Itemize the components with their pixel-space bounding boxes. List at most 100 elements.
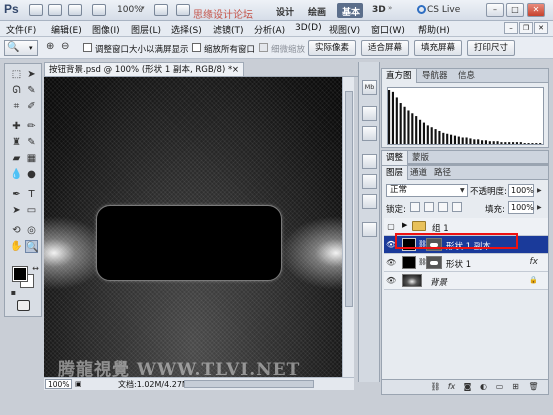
arrange-documents-icon[interactable] xyxy=(154,4,168,16)
doc-minimize-button[interactable]: – xyxy=(504,22,518,34)
layer-row-shape-1[interactable]: 👁 ⛓ 形状 1 fx xyxy=(384,254,548,272)
add-mask-icon[interactable]: ◙ xyxy=(462,382,473,392)
rounded-rectangle-shape[interactable] xyxy=(96,205,282,281)
lock-pixels-icon[interactable] xyxy=(424,202,434,212)
menu-3d[interactable]: 3D(D) xyxy=(295,23,322,33)
menu-file[interactable]: 文件(F) xyxy=(6,23,36,36)
minibridge-icon[interactable] xyxy=(48,4,62,16)
workspace-painting[interactable]: 绘画 xyxy=(308,5,326,18)
tab-paths[interactable]: 路径 xyxy=(430,166,455,180)
swap-colors-icon[interactable]: ↔ xyxy=(29,262,42,275)
menu-window[interactable]: 窗口(W) xyxy=(371,23,405,36)
quick-mask-icon[interactable] xyxy=(17,300,30,311)
tab-info[interactable]: 信息 xyxy=(454,69,479,83)
doc-restore-button[interactable]: ❐ xyxy=(519,22,533,34)
menu-layer[interactable]: 图层(L) xyxy=(131,23,161,36)
lasso-tool-icon[interactable]: ᘏ xyxy=(10,84,23,97)
history-brush-icon[interactable]: ✎ xyxy=(25,136,38,149)
zoom-tool-active-icon[interactable]: 🔍 xyxy=(25,240,38,253)
history-panel-icon[interactable] xyxy=(362,106,377,121)
blur-tool-icon[interactable]: 💧 xyxy=(10,168,23,181)
lock-transparency-icon[interactable] xyxy=(410,202,420,212)
eyedropper-icon[interactable]: ✐ xyxy=(25,100,38,113)
brush-tool-icon[interactable]: ✏ xyxy=(25,120,38,133)
visibility-icon[interactable]: 👁 xyxy=(386,258,396,268)
document-canvas[interactable]: 腾龍視覺 WWW.TLVI.NET xyxy=(44,77,342,377)
status-tools-icon[interactable]: ▣ xyxy=(75,380,82,388)
layer-row-shape-1-copy[interactable]: 👁 ⛓ 形状 1 副本 xyxy=(384,236,548,254)
delete-layer-icon[interactable]: 🗑 xyxy=(528,382,539,392)
fill-field[interactable]: 100% xyxy=(508,201,534,214)
vertical-scrollbar[interactable] xyxy=(342,77,354,377)
new-group-icon[interactable]: ▭ xyxy=(494,382,505,392)
styles-panel-icon[interactable] xyxy=(362,194,377,209)
opacity-field[interactable]: 100% xyxy=(508,184,534,197)
visibility-icon[interactable]: ▢ xyxy=(386,222,396,232)
tab-histogram[interactable]: 直方图 xyxy=(382,69,417,83)
zoom-level-readout[interactable]: 100% xyxy=(117,5,143,15)
link-layers-icon[interactable]: ⛓ xyxy=(430,382,441,392)
workspace-essentials[interactable]: 基本 xyxy=(342,5,360,18)
workspace-3d[interactable]: 3D xyxy=(372,5,386,15)
menu-help[interactable]: 帮助(H) xyxy=(418,23,450,36)
tab-layers[interactable]: 图层 xyxy=(382,166,409,180)
layer-row-background[interactable]: 👁 背景 🔒 xyxy=(384,272,548,290)
actions-panel-icon[interactable] xyxy=(362,126,377,141)
scrubby-zoom-checkbox[interactable] xyxy=(259,43,268,52)
fit-screen-button[interactable]: 适合屏幕 xyxy=(361,40,410,56)
close-tab-icon[interactable]: × xyxy=(232,63,239,77)
visibility-icon[interactable]: 👁 xyxy=(386,276,396,286)
menu-edit[interactable]: 编辑(E) xyxy=(51,23,82,36)
workspace-more-icon[interactable]: » xyxy=(388,4,398,16)
tab-channels[interactable]: 通道 xyxy=(406,166,431,180)
quick-select-icon[interactable]: ✎ xyxy=(25,84,38,97)
menu-analysis[interactable]: 分析(A) xyxy=(254,23,285,36)
fill-screen-button[interactable]: 填充屏幕 xyxy=(414,40,463,56)
foreground-color-swatch[interactable] xyxy=(12,266,28,282)
horizontal-scroll-thumb[interactable] xyxy=(184,380,314,388)
move-arrow-icon[interactable]: ➤ xyxy=(25,68,38,81)
document-tab[interactable]: 按钮背景.psd @ 100% (形状 1 副本, RGB/8) * × xyxy=(44,62,244,77)
swatches-panel-icon[interactable] xyxy=(362,174,377,189)
tool-preset-picker[interactable]: 🔍 ▾ xyxy=(4,40,38,56)
tab-masks[interactable]: 蒙版 xyxy=(408,151,433,165)
cs-live-button[interactable]: CS Live xyxy=(427,5,460,15)
visibility-icon[interactable]: 👁 xyxy=(386,240,396,250)
layer-effects-icon[interactable]: fx xyxy=(530,257,539,267)
menu-view[interactable]: 视图(V) xyxy=(329,23,360,36)
shape-tool-icon[interactable]: ▭ xyxy=(25,204,38,217)
new-layer-icon[interactable]: ⊞ xyxy=(510,382,521,392)
tab-navigator[interactable]: 导航器 xyxy=(418,69,452,83)
lock-all-icon[interactable] xyxy=(452,202,462,212)
zoom-field[interactable]: 100% xyxy=(45,379,72,389)
add-style-icon[interactable]: fx xyxy=(446,382,457,392)
dodge-tool-icon[interactable]: ● xyxy=(25,168,38,181)
adjustment-layer-icon[interactable]: ◐ xyxy=(478,382,489,392)
eraser-tool-icon[interactable]: ▰ xyxy=(10,152,23,165)
resize-windows-checkbox[interactable] xyxy=(83,43,92,52)
crop-tool-icon[interactable]: ⌗ xyxy=(10,100,23,113)
3d-rotate-icon[interactable]: ⟲ xyxy=(10,224,23,237)
opacity-slider-icon[interactable]: ▶ xyxy=(537,187,542,194)
zoom-out-icon[interactable]: ⊖ xyxy=(61,41,69,52)
minibridge-panel-icon[interactable]: Mb xyxy=(362,80,377,95)
zoom-level-icon[interactable] xyxy=(92,4,106,16)
default-colors-icon[interactable]: ▪ xyxy=(7,286,20,299)
move-tool-icon[interactable]: ⬚ xyxy=(10,68,23,81)
3d-orbit-icon[interactable]: ◎ xyxy=(25,224,38,237)
vertical-scroll-thumb[interactable] xyxy=(345,91,353,307)
lock-position-icon[interactable] xyxy=(438,202,448,212)
screen-mode-icon[interactable] xyxy=(176,4,190,16)
color-panel-icon[interactable] xyxy=(362,154,377,169)
fill-slider-icon[interactable]: ▶ xyxy=(537,204,542,211)
close-button[interactable]: ✕ xyxy=(527,3,545,17)
character-panel-icon[interactable] xyxy=(362,222,377,237)
healing-brush-icon[interactable]: ✚ xyxy=(10,120,23,133)
bridge-icon[interactable] xyxy=(29,4,43,16)
zoom-all-windows-checkbox[interactable] xyxy=(192,43,201,52)
zoom-in-icon[interactable]: ⊕ xyxy=(46,41,54,52)
path-select-icon[interactable]: ➤ xyxy=(10,204,23,217)
doc-close-button[interactable]: ✕ xyxy=(534,22,548,34)
print-size-button[interactable]: 打印尺寸 xyxy=(467,40,516,56)
layer-row-group-1[interactable]: ▢ ▶ 组 1 xyxy=(384,218,548,236)
